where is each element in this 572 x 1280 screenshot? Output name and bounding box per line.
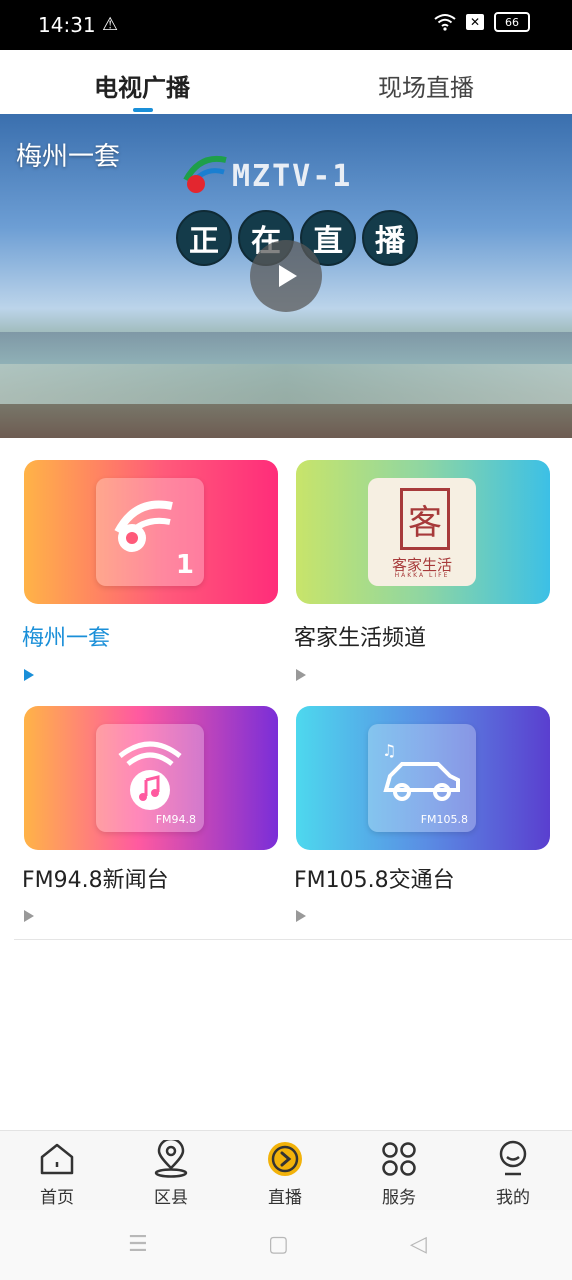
wifi-icon	[434, 14, 456, 31]
frequency-tag: FM105.8	[420, 813, 468, 826]
sim-off-icon: ✕	[466, 14, 484, 30]
live-char: 正	[176, 210, 232, 266]
play-icon	[279, 265, 297, 287]
nav-home[interactable]: 首页	[12, 1139, 102, 1208]
play-indicator-icon	[24, 910, 34, 922]
location-pin-icon	[154, 1140, 188, 1178]
channel-card-fm948[interactable]: FM94.8	[24, 706, 278, 850]
menu-icon[interactable]: ☰	[128, 1232, 148, 1257]
nav-services[interactable]: 服务	[354, 1139, 444, 1208]
back-icon[interactable]: ◁	[410, 1232, 427, 1257]
warning-icon: ⚠	[102, 14, 119, 35]
system-navigation-bar: ☰ ▢ ◁	[0, 1210, 572, 1280]
nav-district[interactable]: 区县	[126, 1139, 216, 1208]
live-video-player[interactable]: 梅州一套 MZTV-1 正 在 直 播	[0, 114, 572, 438]
river-image	[0, 364, 572, 404]
battery-icon: 66	[494, 12, 530, 32]
mztv1-logo-tile: 1	[96, 478, 204, 586]
nav-profile[interactable]: 我的	[468, 1139, 558, 1208]
channel-label[interactable]: FM105.8交通台	[294, 862, 455, 894]
nav-label: 服务	[382, 1188, 416, 1208]
status-icons: ✕ 66	[434, 12, 530, 32]
list-divider	[14, 939, 572, 940]
tab-tv-broadcast[interactable]: 电视广播	[94, 68, 190, 103]
channel-card-fm1058[interactable]: ♫ FM105.8	[296, 706, 550, 850]
nav-label: 区县	[154, 1188, 188, 1208]
status-bar: 14:31 ⚠ ✕ 66	[0, 0, 572, 50]
nav-label: 直播	[268, 1188, 302, 1208]
car-icon: ♫	[382, 741, 460, 801]
profile-icon	[499, 1140, 527, 1176]
channel-card-hakka-life[interactable]: 客 客家生活 HAKKA LIFE	[296, 460, 550, 604]
fm948-logo-tile: FM94.8	[96, 724, 204, 832]
bottom-navigation: 首页 区县 直播 服务 我的	[0, 1130, 572, 1211]
mztv-logo-text: MZTV-1	[232, 159, 353, 194]
grid-icon	[382, 1142, 416, 1176]
nav-label: 我的	[496, 1188, 530, 1208]
playing-indicator-icon	[24, 669, 34, 681]
player-channel-title: 梅州一套	[16, 142, 121, 172]
nav-live[interactable]: 直播	[240, 1139, 330, 1208]
top-tabs: 电视广播 现场直播	[0, 50, 572, 115]
svg-text:♫: ♫	[382, 741, 396, 760]
fm1058-logo-tile: ♫ FM105.8	[368, 724, 476, 832]
home-square-icon[interactable]: ▢	[268, 1232, 289, 1257]
channel-card-mztv1[interactable]: 1	[24, 460, 278, 604]
live-char: 播	[362, 210, 418, 266]
play-button[interactable]	[250, 240, 322, 312]
play-indicator-icon	[296, 910, 306, 922]
tab-live-scene[interactable]: 现场直播	[378, 68, 474, 103]
nav-label: 首页	[40, 1188, 74, 1208]
hakka-life-logo-tile: 客 客家生活 HAKKA LIFE	[368, 478, 476, 586]
hakka-logo-subtext: HAKKA LIFE	[394, 572, 450, 579]
channel-label[interactable]: 梅州一套	[22, 620, 110, 652]
mztv1-logo-icon	[114, 500, 173, 552]
radio-music-icon	[118, 741, 182, 810]
mztv-logo-icon	[183, 156, 227, 193]
channel-number-badge: 1	[175, 550, 194, 580]
channel-label[interactable]: 客家生活频道	[294, 620, 426, 652]
hakka-seal-icon: 客	[400, 488, 450, 550]
live-play-icon	[268, 1142, 302, 1176]
status-time: 14:31	[38, 13, 96, 37]
play-indicator-icon	[296, 669, 306, 681]
frequency-tag: FM94.8	[155, 813, 196, 826]
home-icon	[40, 1143, 74, 1175]
channel-label[interactable]: FM94.8新闻台	[22, 862, 169, 894]
active-tab-indicator	[133, 108, 153, 112]
